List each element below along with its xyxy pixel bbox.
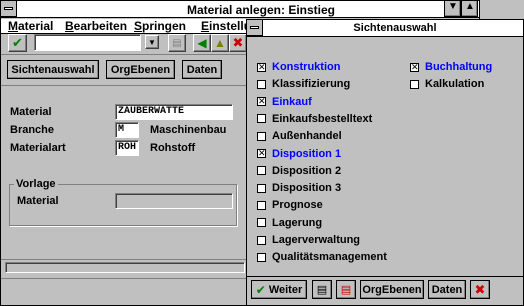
materialart-input[interactable]: ROH <box>115 140 139 156</box>
view-checkbox[interactable] <box>257 79 266 89</box>
dialog-title: Sichtenauswahl <box>353 22 437 34</box>
view-checkbox[interactable]: ✕ <box>257 62 266 72</box>
view-option-label: Lagerung <box>272 216 323 229</box>
branche-input[interactable]: M <box>115 122 139 138</box>
view-option-label: Qualitätsmanagement <box>272 251 387 264</box>
view-option-item[interactable]: Lagerung <box>257 216 322 230</box>
maximize-button[interactable]: ▲ <box>461 0 478 17</box>
view-option-label: Einkaufsbestelltext <box>272 112 373 125</box>
dialog-title-bar: Sichtenauswahl <box>246 19 523 37</box>
cancel-button[interactable]: ✖ <box>229 34 247 52</box>
view-checkbox[interactable] <box>257 218 266 228</box>
menu-einstellungen[interactable]: Einstellu <box>201 19 251 33</box>
view-option-item[interactable]: Prognose <box>257 198 323 212</box>
materialart-text: Rohstoff <box>150 142 196 154</box>
view-option-label: Disposition 2 <box>272 164 342 177</box>
command-dropdown-button[interactable]: ▼ <box>145 35 159 49</box>
checkmark-icon: ✔ <box>12 35 23 50</box>
view-option-item[interactable]: ✕ Disposition 1 <box>257 147 341 161</box>
dialog-cancel-button[interactable]: ✖ <box>470 280 490 299</box>
material-input[interactable]: ZAUBERWATTE <box>115 104 233 120</box>
checkmark-icon: ✔ <box>255 282 266 297</box>
view-option-label: Prognose <box>272 199 323 212</box>
view-option-label: Klassifizierung <box>272 78 351 91</box>
save-icon: ▤ <box>172 37 182 49</box>
view-checkbox[interactable] <box>257 252 266 262</box>
dialog-orgebenen-button[interactable]: OrgEbenen <box>360 280 424 299</box>
dropdown-arrow-icon: ▼ <box>148 37 156 47</box>
back-arrow-icon: ◀ <box>197 36 207 50</box>
view-option-item[interactable]: Disposition 2 <box>257 164 341 178</box>
view-checkbox[interactable] <box>257 166 266 176</box>
deselect-all-icon: ▤ <box>340 284 352 296</box>
view-checkbox[interactable]: ✕ <box>257 97 266 107</box>
vorlage-group-label: Vorlage <box>14 178 58 190</box>
view-option-item[interactable]: Lagerverwaltung <box>257 233 360 247</box>
view-option-label: Disposition 3 <box>272 182 342 195</box>
window-title: Material anlegen: Einstieg <box>186 3 336 17</box>
system-menu-icon <box>4 7 13 10</box>
select-all-button[interactable]: ▤ <box>312 280 332 299</box>
view-option-label: Lagerverwaltung <box>272 234 361 246</box>
materialart-label: Materialart <box>10 142 66 154</box>
dialog-system-menu-button[interactable] <box>246 19 263 36</box>
dialog-button-divider <box>247 276 523 277</box>
save-button[interactable]: ▤ <box>168 34 186 52</box>
branche-text: Maschinenbau <box>150 124 227 136</box>
branche-label: Branche <box>10 124 55 136</box>
menu-material[interactable]: Material <box>8 19 53 33</box>
status-bar <box>5 262 245 273</box>
sichtenauswahl-dialog: Sichtenauswahl ✔ Weiter ▤ ▤ OrgEbenen Da… <box>246 19 524 306</box>
view-checkbox[interactable] <box>257 114 266 124</box>
cancel-x-icon: ✖ <box>232 35 244 50</box>
back-button[interactable]: ◀ <box>193 34 211 52</box>
view-option-label: Außenhandel <box>272 130 342 143</box>
view-option-item[interactable]: Qualitätsmanagement <box>257 250 387 264</box>
view-option-item[interactable]: ✕ Buchhaltung <box>410 60 492 74</box>
title-bar: Material anlegen: Einstieg ▼ ▲ <box>0 0 479 18</box>
view-option-label: Kalkulation <box>425 78 485 91</box>
system-menu-icon <box>250 26 259 29</box>
view-checkbox[interactable] <box>257 131 266 141</box>
view-checkbox[interactable]: ✕ <box>410 62 419 72</box>
view-option-item[interactable]: Disposition 3 <box>257 181 341 195</box>
menu-bearbeiten[interactable]: Bearbeiten <box>65 19 127 33</box>
minimize-button[interactable]: ▼ <box>444 0 461 17</box>
cancel-x-icon: ✖ <box>474 281 486 297</box>
orgebenen-button[interactable]: OrgEbenen <box>106 60 175 79</box>
view-option-label: Buchhaltung <box>425 61 493 73</box>
view-option-item[interactable]: Kalkulation <box>410 77 484 91</box>
view-option-label: Disposition 1 <box>272 147 342 160</box>
view-checkbox[interactable] <box>257 183 266 193</box>
exit-button[interactable]: ▲ <box>211 34 229 52</box>
view-option-label: Konstruktion <box>272 61 341 73</box>
view-checkbox[interactable] <box>257 235 266 245</box>
vorlage-material-input[interactable] <box>115 193 233 209</box>
view-checkbox[interactable] <box>410 79 419 89</box>
menu-springen[interactable]: Springen <box>134 19 186 33</box>
select-all-icon: ▤ <box>316 284 328 296</box>
vorlage-material-label: Material <box>17 195 59 207</box>
daten-button[interactable]: Daten <box>182 60 222 79</box>
dialog-daten-button[interactable]: Daten <box>428 280 466 299</box>
maximize-icon: ▲ <box>465 1 475 12</box>
view-checkbox[interactable]: ✕ <box>257 149 266 158</box>
view-checkbox[interactable] <box>257 200 266 210</box>
view-option-item[interactable]: ✕ Konstruktion <box>257 60 340 74</box>
weiter-button[interactable]: ✔ Weiter <box>251 280 307 299</box>
command-field[interactable] <box>34 34 141 51</box>
sichtenauswahl-button[interactable]: Sichtenauswahl <box>7 60 99 79</box>
view-option-label: Einkauf <box>272 95 312 108</box>
material-label: Material <box>10 106 52 118</box>
view-option-item[interactable]: Außenhandel <box>257 129 342 143</box>
system-menu-button[interactable] <box>0 0 17 17</box>
view-option-item[interactable]: ✕ Einkauf <box>257 95 312 109</box>
view-option-item[interactable]: Klassifizierung <box>257 77 350 91</box>
view-option-item[interactable]: Einkaufsbestelltext <box>257 112 372 126</box>
enter-button[interactable]: ✔ <box>8 34 27 52</box>
exit-up-arrow-icon: ▲ <box>214 36 226 50</box>
deselect-all-button[interactable]: ▤ <box>336 280 356 299</box>
minimize-icon: ▼ <box>448 1 458 12</box>
